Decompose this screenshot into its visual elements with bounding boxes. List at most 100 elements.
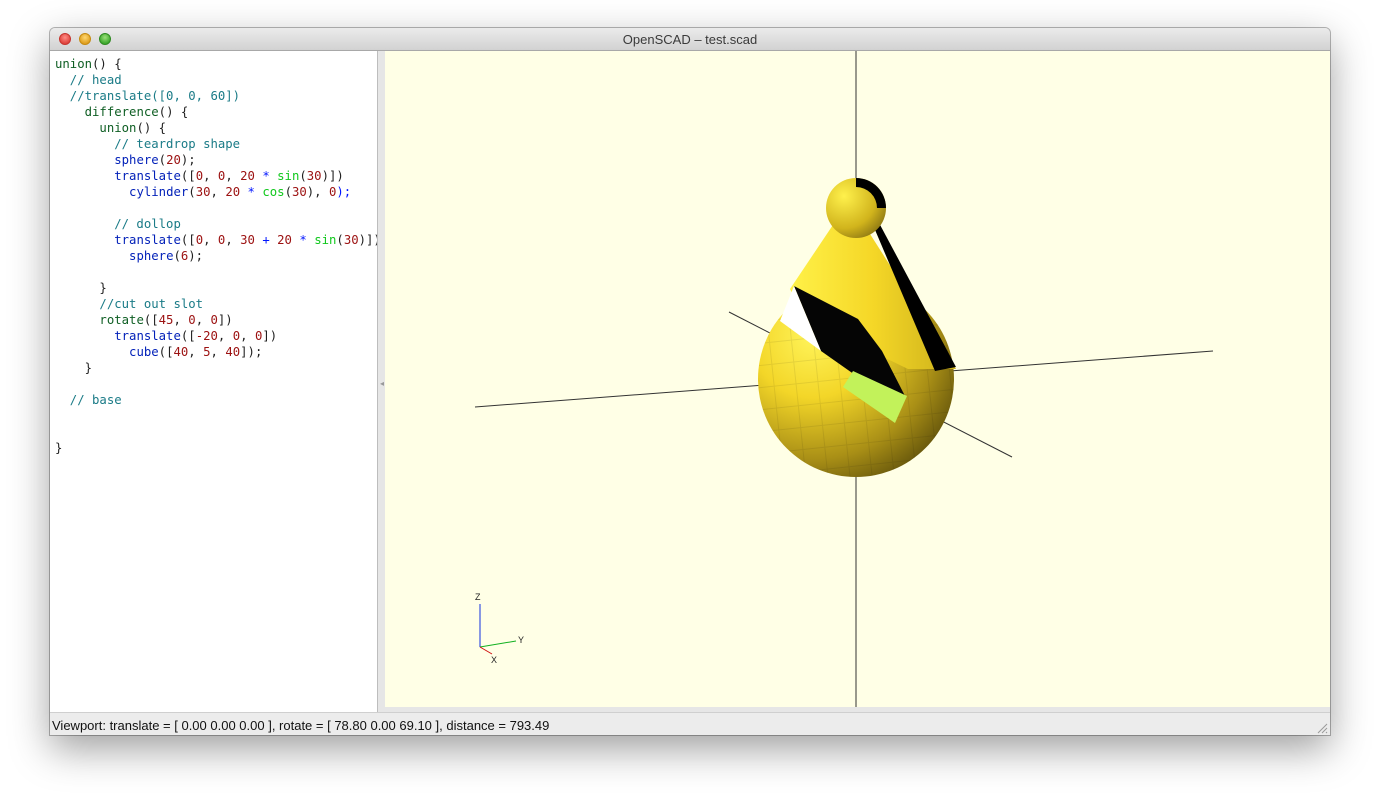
code-token: sphere (114, 153, 159, 167)
code-line[interactable] (55, 424, 381, 440)
code-line[interactable]: translate([0, 0, 30 + 20 * sin(30)]) (55, 232, 381, 248)
code-token: 40 (173, 345, 189, 359)
code-line[interactable]: } (55, 360, 381, 376)
code-line[interactable]: // teardrop shape (55, 136, 381, 152)
viewport-canvas[interactable]: Z Y X (385, 51, 1330, 707)
code-token: 0 (195, 169, 204, 183)
code-line[interactable]: sphere(6); (55, 248, 381, 264)
code-line[interactable] (55, 200, 381, 216)
code-token: ); (180, 153, 196, 167)
code-line[interactable]: rotate([45, 0, 0]) (55, 312, 381, 328)
code-token: ([ (180, 233, 196, 247)
code-line[interactable] (55, 264, 381, 280)
code-line[interactable]: } (55, 280, 381, 296)
code-editor[interactable]: union() { // head //translate([0, 0, 60]… (50, 51, 381, 712)
code-token: , (203, 169, 218, 183)
code-line[interactable]: cube([40, 5, 40]); (55, 344, 381, 360)
code-token: ([ (143, 313, 159, 327)
code-token: translate (114, 329, 181, 343)
code-token: ); (336, 185, 352, 199)
code-token: 45 (158, 313, 174, 327)
code-token: , (195, 313, 211, 327)
code-text[interactable]: union() { // head //translate([0, 0, 60]… (55, 56, 381, 456)
code-token: 20 (166, 153, 181, 167)
code-token: * (247, 185, 255, 199)
y-indicator-line (479, 640, 517, 648)
code-token: + (262, 233, 270, 247)
code-line[interactable]: // base (55, 392, 381, 408)
code-token: union (99, 121, 137, 135)
code-line[interactable]: } (55, 440, 381, 456)
code-token: * (299, 233, 307, 247)
code-token: } (55, 361, 93, 375)
code-token: , (225, 169, 241, 183)
title-bar[interactable]: OpenSCAD – test.scad (50, 28, 1330, 51)
code-token: //translate([0, 0, 60]) (55, 89, 241, 103)
code-token: ([ (180, 329, 196, 343)
code-token: 30 (343, 233, 359, 247)
axis-indicator: Z Y X (475, 592, 524, 665)
code-line[interactable] (55, 408, 381, 424)
code-token: 0 (210, 313, 218, 327)
code-token: } (55, 441, 63, 455)
code-token: ( (173, 249, 181, 263)
code-line[interactable]: union() { (55, 56, 381, 72)
code-token: , (173, 313, 189, 327)
code-token: , (210, 345, 226, 359)
code-token: 20 (240, 169, 255, 183)
code-token: sin (277, 169, 300, 183)
splitter-grip-icon[interactable]: ◂ (380, 379, 384, 388)
code-token: () { (158, 105, 189, 119)
code-line[interactable]: // dollop (55, 216, 381, 232)
code-token: , (203, 233, 218, 247)
code-token: 30 (291, 185, 307, 199)
code-line[interactable]: translate([0, 0, 20 * sin(30)]) (55, 168, 381, 184)
code-token: 40 (225, 345, 241, 359)
resize-grip-icon[interactable] (1316, 722, 1328, 734)
code-line[interactable] (55, 376, 381, 392)
code-token: // dollop (55, 217, 181, 231)
code-line[interactable]: cylinder(30, 20 * cos(30), 0); (55, 184, 381, 200)
code-line[interactable]: //cut out slot (55, 296, 381, 312)
code-token: 30 (240, 233, 255, 247)
code-token: ]); (240, 345, 263, 359)
code-token: difference (84, 105, 159, 119)
code-token: sphere (129, 249, 174, 263)
code-line[interactable]: // head (55, 72, 381, 88)
code-token: cylinder (129, 185, 189, 199)
model-render (758, 178, 956, 477)
code-token: 0 (232, 329, 241, 343)
code-token: // base (55, 393, 122, 407)
code-line[interactable]: union() { (55, 120, 381, 136)
code-token: 5 (203, 345, 211, 359)
code-token: () { (92, 57, 122, 71)
code-line[interactable]: sphere(20); (55, 152, 381, 168)
code-token: 0 (195, 233, 204, 247)
code-token: ); (188, 249, 204, 263)
y-axis-label: Y (518, 635, 524, 645)
code-token: ( (336, 233, 344, 247)
code-token: , (217, 329, 233, 343)
code-token: ([ (158, 345, 174, 359)
code-token: 20 (277, 233, 292, 247)
code-line[interactable]: translate([-20, 0, 0]) (55, 328, 381, 344)
code-token: )]) (321, 169, 344, 183)
3d-viewport[interactable]: Z Y X (385, 51, 1330, 707)
code-line[interactable]: difference() { (55, 104, 381, 120)
code-line[interactable]: //translate([0, 0, 60]) (55, 88, 381, 104)
code-token: ]) (217, 313, 233, 327)
code-token: ( (284, 185, 292, 199)
code-token: , (240, 329, 255, 343)
code-token: translate (114, 169, 181, 183)
code-token: ( (299, 169, 307, 183)
code-token: translate (114, 233, 181, 247)
